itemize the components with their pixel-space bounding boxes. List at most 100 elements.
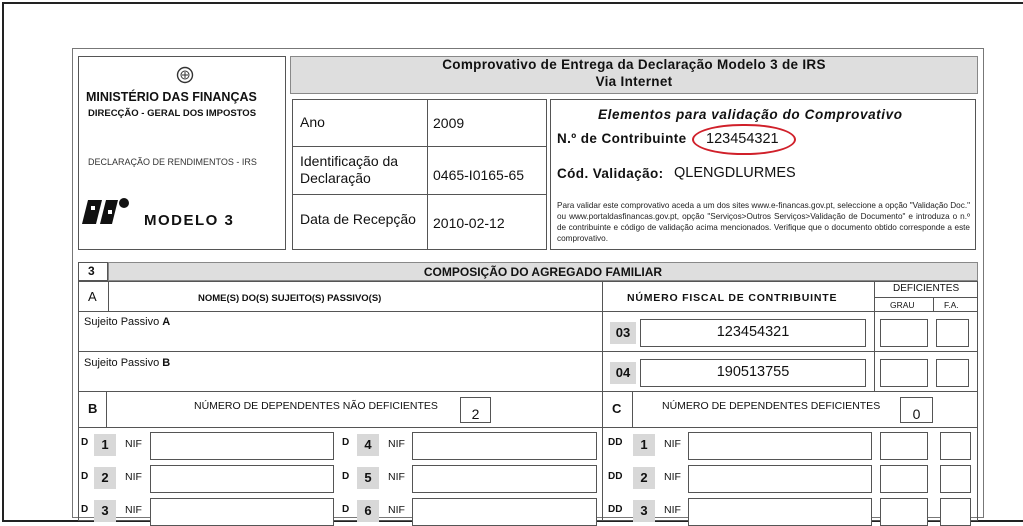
dependent-nif-field[interactable] (150, 432, 334, 460)
grid-line (602, 281, 603, 521)
col-a-letter: A (88, 289, 97, 304)
fa-label: F.A. (944, 300, 959, 310)
dependent-number: 6 (357, 500, 379, 522)
passivo-b-grau-field[interactable] (880, 359, 928, 387)
passivo-b-nif: 190513755 (716, 364, 790, 380)
dependent-nif-field[interactable] (150, 465, 334, 493)
dependent-prefix: D (342, 504, 350, 515)
dependent-deficient-fa-field[interactable] (940, 465, 971, 493)
dependent-number: 1 (94, 434, 116, 456)
nif-label: NIF (388, 471, 405, 483)
dependent-deficient-number: 1 (633, 434, 655, 456)
codigo-value: QLENGDLURMES (674, 165, 796, 181)
passivo-b-label: Sujeito Passivo B (84, 357, 171, 369)
nif-label: NIF (125, 504, 142, 516)
dependent-nif-field[interactable] (412, 498, 597, 526)
grid-line (874, 297, 978, 298)
dependent-nif-field[interactable] (412, 465, 597, 493)
dependent-nif-field[interactable] (150, 498, 334, 526)
grid-line (78, 351, 978, 352)
passivo-b-code: 04 (610, 362, 636, 384)
info-label-id-line1: Identificação da (300, 153, 399, 169)
info-row-divider (292, 194, 547, 195)
dependent-deficient-prefix: DD (608, 471, 623, 482)
dependent-deficient-grau-field[interactable] (880, 498, 928, 526)
codigo-label: Cód. Validação: (557, 166, 664, 181)
grid-line (78, 427, 978, 428)
c-value: 0 (912, 406, 921, 422)
nif-label: NIF (388, 438, 405, 450)
header-title-line2: Via Internet (595, 74, 673, 89)
passivo-a-grau-field[interactable] (880, 319, 928, 347)
declaration-type: DECLARAÇÃO DE RENDIMENTOS - IRS (88, 157, 257, 167)
dependent-deficient-fa-field[interactable] (940, 432, 971, 460)
c-title: NÚMERO DE DEPENDENTES DEFICIENTES (662, 400, 881, 412)
dependent-nif-field[interactable] (412, 432, 597, 460)
col-a-title: NOME(S) DO(S) SUJEITO(S) PASSIVO(S) (198, 293, 382, 304)
nif-label: NIF (125, 438, 142, 450)
grid-line (632, 391, 633, 427)
header-title-line1: Comprovativo de Entrega da Declaração Mo… (442, 57, 826, 72)
nif-label: NIF (664, 438, 681, 450)
b-letter: B (88, 401, 98, 416)
nif-label: NIF (388, 504, 405, 516)
dependent-deficient-nif-field[interactable] (688, 498, 872, 526)
dependent-number: 3 (94, 500, 116, 522)
dependent-number: 2 (94, 467, 116, 489)
nif-label: NIF (664, 504, 681, 516)
passivo-a-nif: 123454321 (716, 324, 790, 340)
dependent-deficient-nif-field[interactable] (688, 432, 872, 460)
ministry-directorate: DIRECÇÃO - GERAL DOS IMPOSTOS (88, 108, 257, 119)
dependent-deficient-number: 2 (633, 467, 655, 489)
ministry-seal-icon (176, 66, 194, 84)
modelo-label: MODELO 3 (144, 212, 235, 229)
dependent-deficient-fa-field[interactable] (940, 498, 971, 526)
b-value: 2 (471, 406, 480, 422)
info-label-id-line2: Declaração (300, 170, 371, 186)
passivo-a-label: Sujeito Passivo A (84, 316, 171, 328)
dependent-prefix: D (81, 504, 89, 515)
info-label-ano: Ano (300, 114, 325, 130)
section3-title: COMPOSIÇÃO DO AGREGADO FAMILIAR (423, 265, 663, 279)
b-title: NÚMERO DE DEPENDENTES NÃO DEFICIENTES (194, 400, 438, 412)
dependent-prefix: D (342, 437, 350, 448)
grid-line (933, 297, 934, 311)
validation-title: Elementos para validação do Comprovativo (598, 107, 903, 122)
dependent-prefix: D (342, 471, 350, 482)
dependent-deficient-grau-field[interactable] (880, 432, 928, 460)
dependent-deficient-number: 3 (633, 500, 655, 522)
info-value-id: 0465-I0165-65 (433, 167, 525, 183)
passivo-a-code: 03 (610, 322, 636, 344)
info-label-data: Data de Recepção (300, 211, 416, 227)
dependent-prefix: D (81, 437, 89, 448)
section3-number: 3 (88, 264, 95, 278)
modelo-logo-icon (82, 196, 132, 228)
grau-label: GRAU (890, 300, 915, 310)
ministry-name: MINISTÉRIO DAS FINANÇAS (86, 90, 257, 104)
c-letter: C (612, 401, 622, 416)
nif-label: NIF (664, 471, 681, 483)
info-value-ano: 2009 (433, 115, 465, 131)
dependent-deficient-prefix: DD (608, 437, 623, 448)
grid-line (106, 391, 107, 427)
info-col-divider (427, 99, 428, 250)
dependent-deficient-prefix: DD (608, 504, 623, 515)
passivo-a-fa-field[interactable] (936, 319, 969, 347)
dependent-deficient-nif-field[interactable] (688, 465, 872, 493)
info-row-divider (292, 146, 547, 147)
dependent-deficient-grau-field[interactable] (880, 465, 928, 493)
grid-line (108, 281, 109, 311)
info-value-data: 2010-02-12 (433, 215, 505, 231)
nif-label: NIF (125, 471, 142, 483)
dependent-number: 4 (357, 434, 379, 456)
grid-line (78, 391, 978, 392)
validation-note: Para validar este comprovativo aceda a u… (557, 201, 970, 243)
grid-line (78, 311, 978, 312)
dependent-number: 5 (357, 467, 379, 489)
passivo-b-fa-field[interactable] (936, 359, 969, 387)
dependent-prefix: D (81, 471, 89, 482)
col-nif-title: NÚMERO FISCAL DE CONTRIBUINTE (627, 292, 838, 304)
contribuinte-value: 123454321 (706, 131, 779, 147)
deficientes-label: DEFICIENTES (893, 283, 960, 294)
contribuinte-label: N.º de Contribuinte (557, 131, 687, 146)
